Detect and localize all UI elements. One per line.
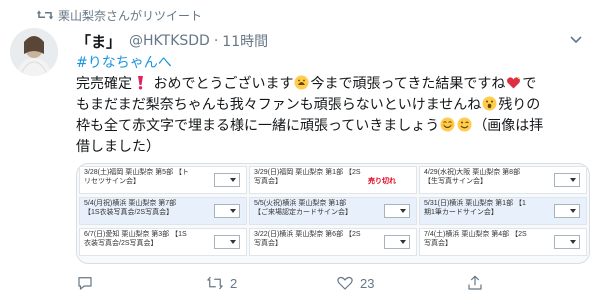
sold-out-label: 売り切れ [368,178,396,185]
user-handle[interactable]: @HKTKSDD [129,33,210,49]
avatar[interactable] [10,28,58,76]
text-part-7: 枠も全て赤文字で埋まる様に一緒に頑張っていきましょう [76,118,440,134]
reply-button[interactable] [76,274,206,292]
quantity-select [554,204,580,218]
sparkling-heart-emoji-icon [507,77,521,89]
more-options-chevron-icon[interactable] [566,30,586,50]
table-cell: 5/31(日)横浜 栗山梨奈 第1部 【1期1筆カードサイン会】 [419,197,587,225]
table-cell: 4/29(水祝)大阪 栗山梨奈 第8部 【生写真サイン会】 [419,166,587,194]
table-cell: 5/4(月祝)横浜 栗山梨奈 第7部 【1S衣装写真会/2S写真会】 [79,197,247,225]
table-cell: 6/7(日)愛知 栗山梨奈 第3部 【1S衣装写真会/2S写真会】 [79,228,247,256]
table-cell: 7/4(土)横浜 栗山梨奈 第4部 【2S写真会】 [419,228,587,256]
quantity-select [384,204,410,218]
reply-icon [78,277,92,290]
winking-face-emoji-icon [457,117,472,132]
table-cell: 3/28(土)福岡 栗山梨奈 第5部 【トリセツサイン会】 [79,166,247,194]
text-part-6: 残りの [498,97,541,113]
table-cell: 3/22(日)横浜 栗山梨奈 第6部 【2S写真会】 [249,228,417,256]
surprised-face-emoji-icon [482,96,497,111]
smiling-blush-emoji-icon [440,117,455,132]
smiling-face-emoji-icon [294,75,309,90]
retweet-icon [207,276,223,290]
quantity-select [214,204,240,218]
retweeted-by-row[interactable]: 栗山梨奈さんがリツイート [36,6,202,24]
text-part-5: もまだまだ梨奈ちゃんも我々ファンも頑張らないといけませんね [76,97,482,113]
share-icon [468,275,482,290]
hashtag-link[interactable]: #りなちゃんへ [76,53,586,74]
share-button[interactable] [466,274,490,292]
text-part-1: 完売確定 [76,76,132,92]
text-part-2: おめでとうございます [153,76,294,92]
text-part-4: で [522,76,537,92]
retweet-count: 2 [230,275,238,291]
heart-icon [337,276,353,290]
retweet-icon [36,10,54,20]
quantity-select [554,235,580,249]
table-cell: 3/29(日)福岡 栗山梨奈 第1部 【2S写真会】 売り切れ [249,166,417,194]
text-part-3: 今まで頑張ってきた結果ですね [310,76,506,92]
retweet-button[interactable]: 2 [206,274,336,292]
quantity-select [554,173,580,187]
quantity-select [384,235,410,249]
separator-dot: · [213,33,219,49]
like-button[interactable]: 23 [336,274,466,292]
like-count: 23 [360,275,375,291]
table-cell: 5/5(火祝)横浜 栗山梨奈 第1部 【ご来場認定カードサイン会】 [249,197,417,225]
avatar-image [10,28,58,76]
timestamp[interactable]: 11時間 [222,31,268,51]
tweet-text: #りなちゃんへ 完売確定 おめでとうございます 今まで頑張ってきた結果ですねで も… [76,53,586,158]
retweeted-by-label: 栗山梨奈さんがリツイート [58,8,203,23]
quantity-select [214,173,240,187]
tweet-actions: 2 23 [76,272,576,294]
text-part-8: （画像は拝 [473,118,544,134]
exclamation-emoji-icon [138,76,143,90]
ticket-table: 3/28(土)福岡 栗山梨奈 第5部 【トリセツサイン会】 3/29(日)福岡 … [79,166,589,256]
attached-image[interactable]: 3/28(土)福岡 栗山梨奈 第5部 【トリセツサイン会】 3/29(日)福岡 … [76,163,590,264]
text-part-9: 借しました） [76,139,160,155]
tweet-header: 「ま」 @HKTKSDD · 11時間 [76,30,576,52]
display-name[interactable]: 「ま」 [76,31,121,52]
quantity-select [214,235,240,249]
